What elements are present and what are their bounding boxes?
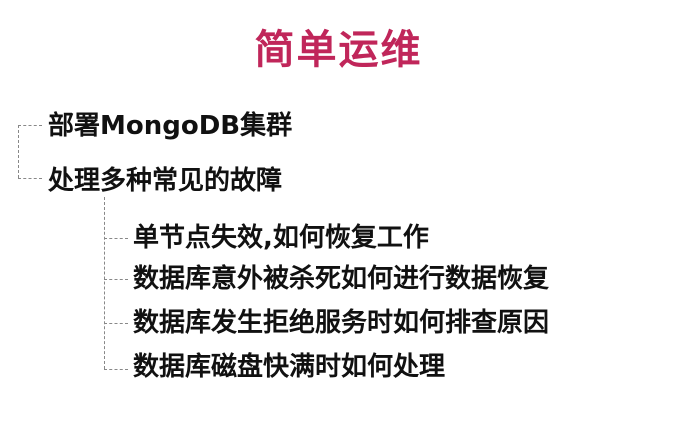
outline-subitem-db-killed: 数据库意外被杀死如何进行数据恢复 [133, 264, 550, 294]
connector-line [18, 178, 42, 179]
outline-subitem-denial-of-service: 数据库发生拒绝服务时如何排查原因 [133, 308, 550, 338]
connector-line [104, 323, 128, 324]
connector-line [18, 125, 19, 178]
connector-line [18, 125, 42, 126]
slide-title: 简单运维 [254, 27, 423, 73]
outline-item-deploy-cluster: 部署MongoDB集群 [48, 111, 293, 141]
outline-subitem-disk-full: 数据库磁盘快满时如何处理 [133, 352, 446, 382]
connector-line [104, 197, 105, 369]
connector-line [104, 279, 128, 280]
connector-line [104, 238, 128, 239]
connector-line [104, 369, 128, 370]
outline-item-handle-failures: 处理多种常见的故障 [48, 166, 283, 196]
outline-subitem-node-failure: 单节点失效,如何恢复工作 [133, 223, 429, 253]
